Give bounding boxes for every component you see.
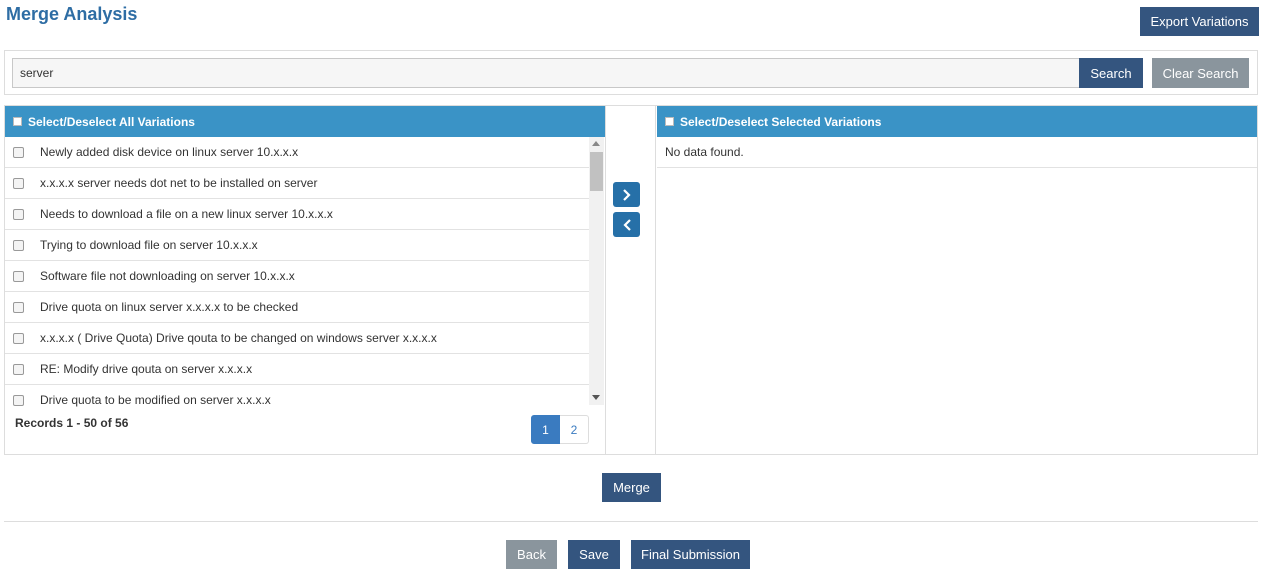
variation-row[interactable]: RE: Modify drive qouta on server x.x.x.x [5, 354, 589, 385]
export-variations-button[interactable]: Export Variations [1140, 7, 1259, 36]
merge-panel: Select/Deselect All Variations Newly add… [4, 105, 1258, 455]
all-variations-header-label: Select/Deselect All Variations [28, 114, 195, 129]
scroll-down-arrow-icon[interactable] [592, 395, 600, 400]
back-button[interactable]: Back [506, 540, 557, 569]
variation-checkbox[interactable] [13, 332, 24, 344]
variation-checkbox[interactable] [13, 301, 24, 313]
save-button[interactable]: Save [568, 540, 620, 569]
variation-checkbox[interactable] [13, 363, 24, 375]
variation-checkbox[interactable] [13, 270, 24, 282]
all-variations-panel: Select/Deselect All Variations Newly add… [5, 106, 606, 454]
selected-variations-header: Select/Deselect Selected Variations [657, 106, 1257, 137]
scroll-thumb[interactable] [590, 152, 603, 191]
records-count: Records 1 - 50 of 56 [15, 416, 129, 430]
scroll-up-arrow-icon[interactable] [592, 141, 600, 146]
variation-row[interactable]: Software file not downloading on server … [5, 261, 589, 292]
variation-label: Software file not downloading on server … [40, 269, 295, 283]
variation-checkbox[interactable] [13, 146, 24, 158]
page-2-button[interactable]: 2 [560, 415, 589, 444]
list-scrollbar[interactable] [589, 137, 604, 405]
page-title: Merge Analysis [6, 4, 138, 24]
variation-label: Drive quota on linux server x.x.x.x to b… [40, 300, 299, 314]
divider [4, 521, 1258, 522]
variation-label: Drive quota to be modified on server x.x… [40, 393, 271, 407]
variation-row[interactable]: x.x.x.x ( Drive Quota) Drive qouta to be… [5, 323, 589, 354]
variation-row[interactable]: Needs to download a file on a new linux … [5, 199, 589, 230]
move-right-button[interactable] [613, 182, 640, 207]
select-all-checkbox[interactable] [13, 117, 22, 126]
variations-list: Newly added disk device on linux server … [5, 137, 605, 409]
variation-label: Needs to download a file on a new linux … [40, 207, 333, 221]
all-variations-header: Select/Deselect All Variations [5, 106, 605, 137]
search-input[interactable] [12, 58, 1080, 88]
selected-variations-header-label: Select/Deselect Selected Variations [680, 114, 882, 129]
select-selected-checkbox[interactable] [665, 117, 674, 126]
final-submission-button[interactable]: Final Submission [631, 540, 750, 569]
variation-row[interactable]: Drive quota on linux server x.x.x.x to b… [5, 292, 589, 323]
pagination: 1 2 [531, 415, 589, 444]
variation-label: Trying to download file on server 10.x.x… [40, 238, 258, 252]
no-data-message: No data found. [657, 137, 1257, 168]
clear-search-button[interactable]: Clear Search [1152, 58, 1249, 88]
variation-row[interactable]: Drive quota to be modified on server x.x… [5, 385, 589, 409]
selected-variations-panel: Select/Deselect Selected Variations No d… [657, 106, 1257, 454]
variation-label: Newly added disk device on linux server … [40, 145, 299, 159]
variation-row[interactable]: x.x.x.x server needs dot net to be insta… [5, 168, 589, 199]
variation-label: RE: Modify drive qouta on server x.x.x.x [40, 362, 253, 376]
chevron-right-icon [622, 188, 631, 201]
search-button[interactable]: Search [1079, 58, 1143, 88]
merge-button[interactable]: Merge [602, 473, 661, 502]
variation-row[interactable]: Newly added disk device on linux server … [5, 137, 589, 168]
variation-checkbox[interactable] [13, 177, 24, 189]
chevron-left-icon [622, 218, 631, 231]
variation-checkbox[interactable] [13, 239, 24, 251]
variation-checkbox[interactable] [13, 394, 24, 406]
move-left-button[interactable] [613, 212, 640, 237]
variation-label: x.x.x.x server needs dot net to be insta… [40, 176, 318, 190]
variation-checkbox[interactable] [13, 208, 24, 220]
page-1-button[interactable]: 1 [531, 415, 560, 444]
variation-row[interactable]: Trying to download file on server 10.x.x… [5, 230, 589, 261]
search-panel: Search Clear Search [4, 50, 1258, 95]
variation-label: x.x.x.x ( Drive Quota) Drive qouta to be… [40, 331, 437, 345]
move-controls [606, 106, 656, 454]
